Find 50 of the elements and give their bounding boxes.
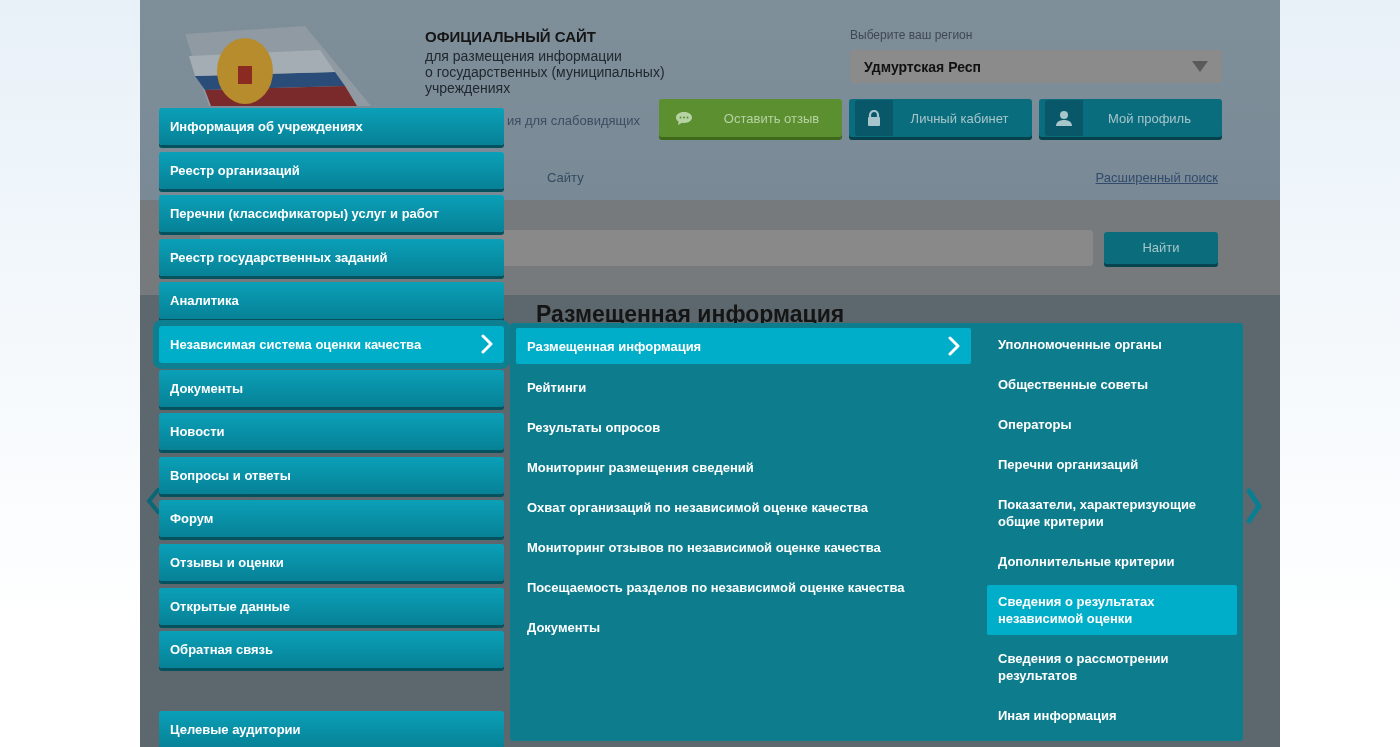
person-icon <box>1056 110 1072 126</box>
menu-item[interactable]: Форум <box>159 500 504 538</box>
chevron-right-icon <box>948 336 960 356</box>
menu-item[interactable]: Перечни (классификаторы) услуг и работ <box>159 195 504 233</box>
profile-button[interactable]: Мой профиль <box>1039 99 1222 137</box>
menu-item[interactable]: Отзывы и оценки <box>159 543 504 581</box>
low-vision-link[interactable]: ия для слабовидящих <box>507 108 640 128</box>
submenu-item[interactable]: Сведения о результатах независимой оценки <box>987 585 1237 635</box>
region-label: Выберите ваш регион <box>850 28 974 42</box>
menu-item[interactable]: Целевые аудитории <box>159 711 504 747</box>
menu-item[interactable]: Аналитика <box>159 282 504 320</box>
padlock-icon <box>867 110 881 126</box>
region-dropdown[interactable]: Удмуртская Респ <box>850 50 1222 83</box>
menu-item[interactable]: Документы <box>159 369 504 407</box>
section-heading: Размещенная информация <box>536 301 845 327</box>
submenu-item[interactable]: Общественные советы <box>987 368 1237 401</box>
submenu-item[interactable]: Иная информация <box>987 699 1237 732</box>
chevron-right-icon <box>481 334 493 355</box>
menu-item[interactable]: Реестр государственных заданий <box>159 238 504 276</box>
menu-item[interactable]: Новости <box>159 413 504 451</box>
site-title: ОФИЦИАЛЬНЫЙ САЙТ <box>425 28 597 45</box>
menu-item[interactable]: Реестр организаций <box>159 151 504 189</box>
search-scope-text: Сайту <box>547 170 584 185</box>
submenu-item[interactable]: Охват организаций по независимой оценке качества <box>516 491 971 524</box>
feedback-button[interactable]: Оставить отзыв <box>659 99 842 137</box>
submenu-item[interactable]: Сведения о рассмотрении результатов <box>987 642 1237 692</box>
submenu-item[interactable]: Уполномоченные органы <box>987 328 1237 361</box>
find-button[interactable]: Найти <box>1104 231 1218 264</box>
advanced-search-link[interactable]: Расширенный поиск <box>1095 170 1218 185</box>
submenu-item[interactable]: Мониторинг отзывов по независимой оценке качества <box>516 531 971 564</box>
submenu-item[interactable]: Посещаемость разделов по независимой оценке качества <box>516 571 971 604</box>
chevron-right-icon[interactable] <box>1246 488 1262 524</box>
cabinet-button[interactable]: Личный кабинет <box>849 99 1032 137</box>
submenu-item[interactable]: Размещенная информация <box>516 328 971 364</box>
dropdown-arrow-icon <box>1192 61 1208 72</box>
chevron-left-icon[interactable] <box>146 488 160 514</box>
submenu-item[interactable]: Операторы <box>987 408 1237 441</box>
submenu-item[interactable]: Дополнительные критерии <box>987 545 1237 578</box>
submenu-item[interactable]: Результаты опросов <box>516 411 971 444</box>
menu-item[interactable]: Открытые данные <box>159 587 504 625</box>
submenu-item[interactable]: Показатели, характеризующие общие критерии <box>987 488 1237 538</box>
submenu-item[interactable]: Документы <box>516 611 971 644</box>
speech-bubble-icon <box>675 110 693 126</box>
menu-item[interactable]: Обратная связь <box>159 631 504 669</box>
submenu-item[interactable]: Рейтинги <box>516 371 971 404</box>
menu-item[interactable]: Вопросы и ответы <box>159 456 504 494</box>
submenu-item[interactable]: Перечни организаций <box>987 448 1237 481</box>
menu-item[interactable]: Информация об учреждениях <box>159 108 504 145</box>
site-subtitle: для размещения информации о государственных (муниципальных) учреждениях <box>425 48 666 96</box>
submenu-item[interactable]: Мониторинг размещения сведений <box>516 451 971 484</box>
